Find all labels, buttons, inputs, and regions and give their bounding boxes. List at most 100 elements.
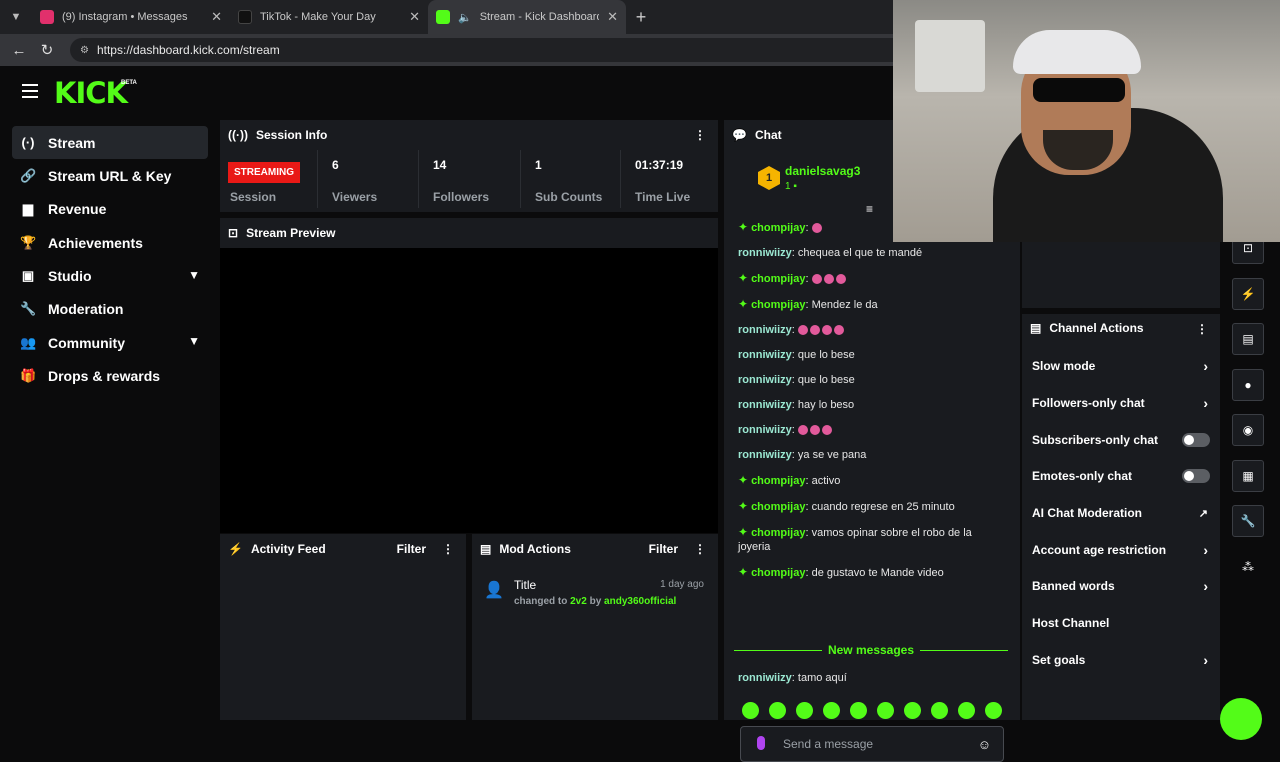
microphone-icon[interactable] [757,736,765,750]
emote-icon[interactable] [850,702,867,719]
stream-preview-video[interactable] [220,248,718,533]
menu-icon[interactable] [22,84,38,98]
close-icon[interactable]: ✕ [211,9,222,25]
sidebar-item-stream[interactable]: (·) Stream [12,126,208,159]
channel-action-item[interactable]: Followers-only chat › [1022,385,1220,422]
chat-username[interactable]: ronniwiizy [738,324,792,336]
chat-username[interactable]: ronniwiizy [738,449,792,461]
channel-action-item[interactable]: Banned words › [1022,568,1220,605]
chat-username[interactable]: ronniwiizy [738,399,792,411]
tab-instagram[interactable]: (9) Instagram • Messages ✕ [32,0,230,34]
chat-username[interactable]: chompijay [751,475,805,487]
broadcast-icon[interactable]: ◉ [1232,414,1264,446]
mod-action-entry: 👤 Title 1 day ago changed to 2v2 by andy… [484,578,704,607]
chevron-right-icon: › [1203,541,1208,558]
sidebar-item-studio[interactable]: ▣ Studio ▼ [12,260,208,293]
channel-action-item[interactable]: Emotes-only chat [1022,458,1220,495]
actions-icon[interactable]: ▦ [1232,459,1264,492]
close-icon[interactable]: ✕ [409,9,420,25]
emote-icon[interactable] [796,702,813,719]
emote-bar [742,702,1002,719]
sidebar-item-stream-url[interactable]: 🔗 Stream URL & Key [12,159,208,192]
quick-panel [1022,242,1220,308]
tab-kick-dashboard[interactable]: 🔈 Stream - Kick Dashboard ✕ [428,0,626,34]
chat-input[interactable]: Send a message ☺ [740,726,1004,762]
sidebar-item-moderation[interactable]: 🔧 Moderation [12,293,208,326]
more-icon[interactable]: ⋮ [442,542,454,556]
channel-action-item[interactable]: Host Channel [1022,605,1220,642]
emote-icon[interactable] [769,702,786,719]
chat-username[interactable]: chompijay [751,273,805,285]
revenue-icon: ▆ [23,201,33,217]
emote-icon[interactable] [985,702,1002,719]
channel-action-item[interactable]: Subscribers-only chat [1022,421,1220,458]
new-messages-divider[interactable]: New messages [734,643,1008,657]
more-icon[interactable]: ⋮ [694,128,706,142]
site-info-icon[interactable]: ⚙ [80,45,89,56]
chat-username[interactable]: chompijay [751,222,805,234]
emote-icon[interactable] [958,702,975,719]
emoji-icon[interactable]: ☺ [978,737,991,752]
bolt-icon[interactable]: ⚡ [1232,277,1264,310]
emote-icon[interactable] [931,702,948,719]
toggle-switch[interactable] [1182,432,1210,447]
chat-username[interactable]: ronniwiizy [738,374,792,386]
chat-username[interactable]: chompijay [751,527,805,539]
speaker-icon[interactable]: 🔈 [458,11,472,24]
panel-title: Channel Actions [1049,321,1144,335]
bolt-icon: ⚡ [228,542,243,556]
chat-username[interactable]: chompijay [751,299,805,311]
community-icon: 👥 [20,334,37,350]
emote-icon[interactable] [823,702,840,719]
chevron-right-icon: › [1203,358,1208,375]
wrench-icon[interactable]: 🔧 [1232,505,1264,537]
channel-action-item[interactable]: Set goals › [1022,642,1220,679]
sidebar-item-achievements[interactable]: 🏆 Achievements [12,226,208,259]
tab-title: Stream - Kick Dashboard [479,11,600,23]
more-icon[interactable]: ⋮ [694,542,706,556]
community-icon[interactable]: ⁂ [1232,551,1264,583]
emote-icon[interactable] [904,702,921,719]
tab-tiktok[interactable]: TikTok - Make Your Day ✕ [230,0,428,34]
link-icon: 🔗 [20,167,37,183]
session-stats: STREAMING Session 6 Viewers 14 Followers 1… [220,150,718,208]
channel-action-item[interactable]: AI Chat Moderation ↗ [1022,495,1220,532]
chat-username[interactable]: ronniwiizy [738,349,792,361]
sidebar-item-drops[interactable]: 🎁 Drops & rewards [12,360,208,393]
sidebar-item-label: Revenue [48,201,107,218]
emote-icon[interactable] [742,702,759,719]
channel-action-item[interactable]: Slow mode › [1022,348,1220,385]
top-gifter-name[interactable]: danielsavag3 [785,164,860,178]
chat-username[interactable]: ronniwiizy [738,247,792,259]
mod-user-link[interactable]: andy360official [604,596,676,607]
chat-username[interactable]: chompijay [751,567,805,579]
more-icon[interactable]: ⋮ [1196,322,1208,336]
document-icon[interactable]: ▤ [1232,323,1264,355]
emote-icon[interactable] [877,702,894,719]
toggle-switch[interactable] [1182,469,1210,484]
channel-actions-list: Slow mode › Followers-only chat › Subscriber… [1022,348,1220,678]
chat-message: ronniwiizy: que lo bese [738,349,855,361]
back-icon[interactable]: ← [8,42,30,59]
stream-icon: (·) [21,135,35,150]
mod-filter-button[interactable]: Filter [649,542,678,556]
new-tab-button[interactable]: + [626,7,656,28]
chat-username[interactable]: chompijay [751,501,805,513]
chat-username[interactable]: ronniwiizy [738,424,792,436]
sidebar-item-label: Studio [48,268,92,285]
kick-logo[interactable]: KICK [54,76,128,110]
activity-filter-button[interactable]: Filter [397,542,426,556]
sidebar-item-community[interactable]: 👥 Community ▼ [12,326,208,359]
reload-icon[interactable]: ↻ [36,41,58,59]
trophy-icon: 🏆 [20,234,37,250]
channel-action-item[interactable]: Account age restriction › [1022,531,1220,568]
close-icon[interactable]: ✕ [607,9,618,25]
emote-icon [821,325,832,336]
sidebar-item-revenue[interactable]: ▆ Revenue [12,193,208,226]
chat-icon[interactable]: ● [1232,368,1264,401]
chat-filter-icon[interactable]: ≡ [866,202,873,216]
chat-message: ✦ chompijay: Mendez le da [738,297,878,311]
tab-title: (9) Instagram • Messages [62,11,188,23]
help-button[interactable] [1220,698,1262,740]
tab-search-chevron-icon[interactable]: ▼ [0,0,32,34]
